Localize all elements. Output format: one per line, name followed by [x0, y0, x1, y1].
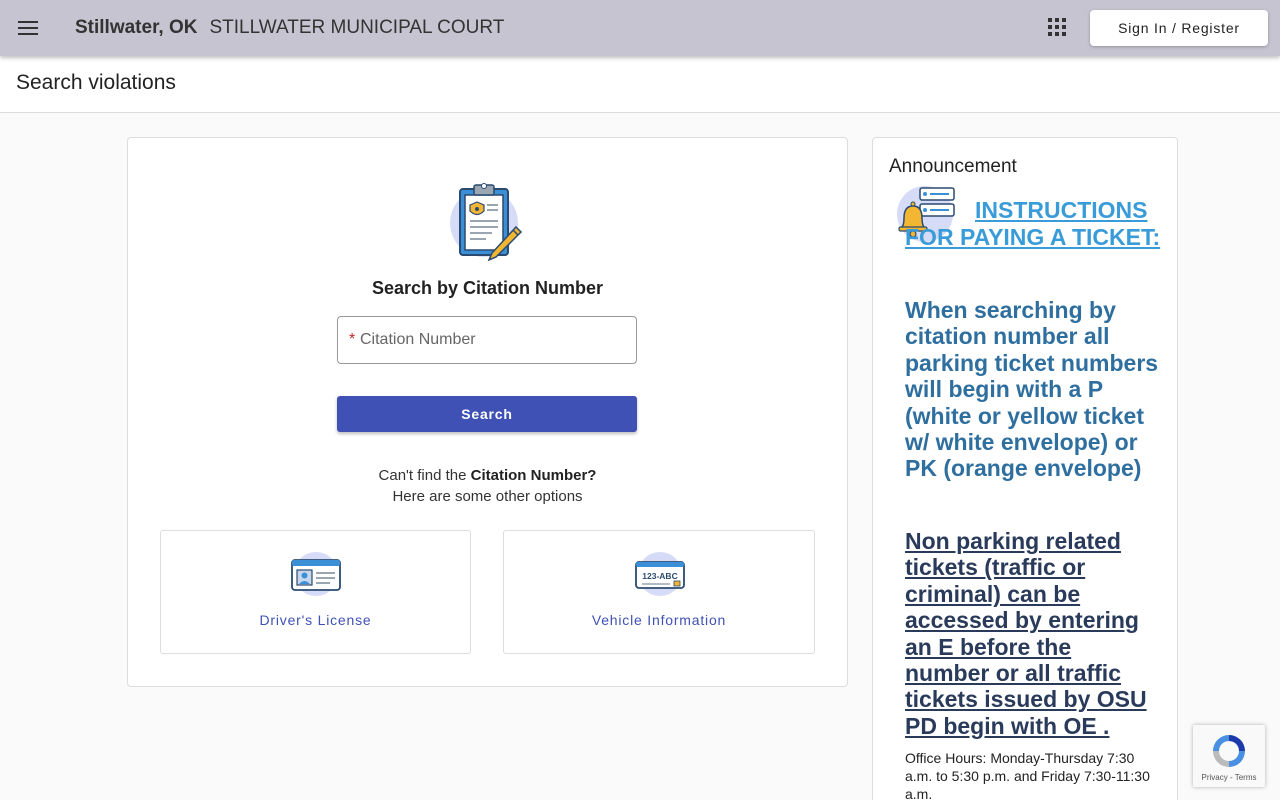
top-app-bar: Stillwater, OK STILLWATER MUNICIPAL COURT…	[0, 0, 1280, 56]
recaptcha-legal[interactable]: Privacy - Terms	[1193, 773, 1265, 782]
menu-icon[interactable]	[14, 14, 42, 42]
hint-bold: Citation Number?	[470, 467, 597, 484]
brand: Stillwater, OK STILLWATER MUNICIPAL COURT	[75, 17, 504, 39]
recaptcha-icon	[1213, 735, 1245, 767]
drivers-license-label: Driver's License	[259, 612, 372, 628]
search-card: Search by Citation Number * Search Can't…	[127, 137, 848, 687]
brand-city: Stillwater, OK	[75, 17, 198, 38]
brand-court: STILLWATER MUNICIPAL COURT	[209, 17, 505, 38]
required-marker: *	[349, 331, 356, 348]
license-plate-icon: 123-ABC	[635, 552, 685, 596]
page-header: Search violations	[0, 56, 1280, 113]
hint-prefix: Can't find the	[378, 467, 471, 484]
announcement-title: Announcement	[889, 156, 1017, 177]
non-parking-ticket-instructions: Non parking related tickets (traffic or …	[905, 528, 1147, 739]
announcement-card: Announcement INSTRUCTIONS FOR PAYING A T…	[872, 137, 1178, 800]
search-heading: Search by Citation Number	[371, 278, 604, 298]
other-options-text: Here are some other options	[392, 488, 583, 505]
instructions-link[interactable]: INSTRUCTIONS FOR PAYING A TICKET:	[905, 197, 1161, 251]
alternate-search-hint: Can't find the Citation Number? Here are…	[128, 465, 847, 507]
drivers-license-option[interactable]: Driver's License	[160, 530, 471, 654]
office-hours: Office Hours: Monday-Thursday 7:30 a.m. …	[905, 750, 1150, 800]
search-button[interactable]: Search	[337, 396, 637, 432]
drivers-license-icon	[291, 552, 341, 596]
citation-number-input[interactable]	[360, 323, 628, 357]
vehicle-information-label: Vehicle Information	[591, 612, 727, 628]
recaptcha-badge[interactable]: Privacy - Terms	[1193, 725, 1265, 787]
clipboard-citation-icon	[450, 183, 523, 262]
page-title: Search violations	[16, 71, 176, 94]
citation-number-field[interactable]: *	[337, 316, 637, 364]
sign-in-register-button[interactable]: Sign In / Register	[1090, 10, 1268, 46]
parking-ticket-instructions: When searching by citation number all pa…	[905, 297, 1159, 482]
license-plate-text: 123-ABC	[642, 571, 677, 581]
apps-grid-icon[interactable]	[1048, 18, 1068, 38]
vehicle-information-option[interactable]: 123-ABC Vehicle Information	[503, 530, 815, 654]
